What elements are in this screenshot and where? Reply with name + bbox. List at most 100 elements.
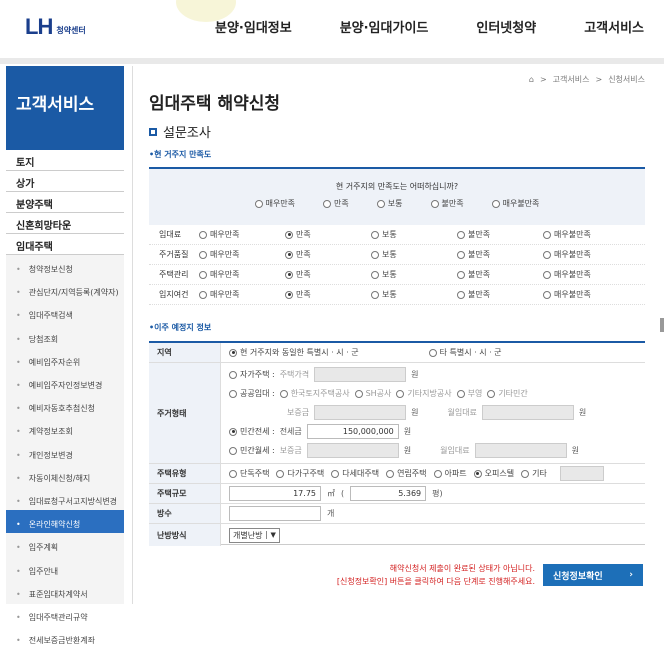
survey-option-radio[interactable]: 매우만족 <box>199 229 285 240</box>
private-monthly-input[interactable] <box>474 443 567 458</box>
public-monthly-input[interactable] <box>481 405 574 420</box>
sidebar-sub-item[interactable]: 계약정보조회 <box>6 417 124 440</box>
sidebar-sub-item[interactable]: 임대료청구서고지방식변경 <box>6 487 124 510</box>
survey-box: 현 거주지의 만족도는 어떠하십니까? 매우만족 만족 보통 불만족 매우불만족… <box>149 167 645 305</box>
survey-option-radio[interactable]: 불만족 <box>457 289 543 300</box>
house-kind-radio[interactable]: 다세대주택 <box>331 468 379 479</box>
scrollbar[interactable] <box>660 318 664 332</box>
heating-select[interactable]: 개별난방 ▼ <box>229 527 280 543</box>
sidebar-item-sale-housing[interactable]: 분양주택 <box>6 192 124 213</box>
size-m2-input[interactable]: 17.75 <box>229 486 321 501</box>
radio-label: 매우불만족 <box>554 270 591 279</box>
radio-icon <box>229 469 237 478</box>
house-kind-radio[interactable]: 기타 <box>521 468 547 479</box>
public-opt-sh[interactable]: SH공사 <box>354 388 391 399</box>
sidebar-sub-item[interactable]: 청약정보신청 <box>6 255 124 278</box>
radio-icon <box>457 250 465 259</box>
sidebar-sub-item[interactable]: 예비입주자순위 <box>6 348 124 371</box>
region-same-radio[interactable]: 현 거주지와 동일한 특별시 · 시 · 군 <box>229 347 359 358</box>
rooms-input[interactable] <box>229 506 321 521</box>
survey-option-radio[interactable]: 보통 <box>371 249 457 260</box>
sidebar-sub-item[interactable]: 표준임대차계약서 <box>6 580 124 603</box>
survey-option-radio[interactable]: 불만족 <box>457 229 543 240</box>
survey-option-radio[interactable]: 매우불만족 <box>543 289 629 300</box>
radio-label: 매우만족 <box>210 290 240 299</box>
nav-item-sale-rent-guide[interactable]: 분양·임대가이드 <box>340 17 429 36</box>
survey-option-radio[interactable]: 만족 <box>285 289 371 300</box>
sidebar-sub-item[interactable]: 당첨조회 <box>6 325 124 348</box>
radio-label: 매우불만족 <box>554 290 591 299</box>
nav-item-internet-subscription[interactable]: 인터넷청약 <box>476 17 536 36</box>
radio-icon <box>285 230 293 239</box>
nav-item-customer-service[interactable]: 고객서비스 <box>584 17 644 36</box>
radio-label: 보통 <box>382 270 397 279</box>
survey-option-radio[interactable]: 보통 <box>371 229 457 240</box>
public-opt-local[interactable]: 기타지방공사 <box>396 388 452 399</box>
sidebar-sub-item[interactable]: 입주계획 <box>6 533 124 556</box>
survey-option-radio[interactable]: 만족 <box>285 249 371 260</box>
house-kind-radio[interactable]: 연립주택 <box>386 468 427 479</box>
survey-option-radio[interactable]: 불만족 <box>457 249 543 260</box>
breadcrumb-item[interactable]: 고객서비스 <box>553 74 590 85</box>
scale-very-satisfied[interactable]: 매우만족 <box>254 198 295 209</box>
public-rental-radio[interactable]: 공공임대 : <box>229 388 275 399</box>
breadcrumb-item[interactable]: 신청서비스 <box>608 74 645 85</box>
private-deposit-input[interactable] <box>306 443 399 458</box>
survey-option-radio[interactable]: 보통 <box>371 269 457 280</box>
region-other-radio[interactable]: 타 특별시 · 시 · 군 <box>428 347 502 358</box>
survey-option-radio[interactable]: 보통 <box>371 289 457 300</box>
sidebar-sub-item[interactable]: 임대주택관리규약 <box>6 603 124 626</box>
chevron-right-icon: › <box>629 570 633 580</box>
house-kind-other-input[interactable] <box>559 466 604 481</box>
private-jeonse-radio[interactable]: 민간전세 : <box>229 426 275 437</box>
scale-normal[interactable]: 보통 <box>376 198 403 209</box>
sidebar-sub-item[interactable]: 전세보증금반환계좌 <box>6 626 124 649</box>
sidebar-sub-item[interactable]: 입주안내 <box>6 556 124 579</box>
sidebar-sub-item[interactable]: 예비자동호추첨신청 <box>6 394 124 417</box>
jeonse-input[interactable]: 150,000,000 <box>306 424 399 439</box>
own-house-radio[interactable]: 자가주택 : <box>229 369 275 380</box>
survey-option-radio[interactable]: 매우만족 <box>199 269 285 280</box>
sidebar-sub-item[interactable]: 예비입주자인정보변경 <box>6 371 124 394</box>
public-opt-booyoung[interactable]: 부영 <box>456 388 482 399</box>
scale-very-dissatisfied[interactable]: 매우불만족 <box>491 198 539 209</box>
sidebar-sub-item[interactable]: 개인정보변경 <box>6 441 124 464</box>
chevron-right-icon: > <box>595 75 603 84</box>
survey-option-radio[interactable]: 매우불만족 <box>543 229 629 240</box>
survey-option-radio[interactable]: 불만족 <box>457 269 543 280</box>
sidebar-item-newlywed-town[interactable]: 신혼희망타운 <box>6 213 124 234</box>
lh-logo[interactable]: LH 청약센터 <box>25 14 86 40</box>
confirm-application-button[interactable]: 신청정보확인 › <box>543 564 643 586</box>
private-monthly-radio[interactable]: 민간월세 : <box>229 445 275 456</box>
size-pyeong-input[interactable]: 5.369 <box>350 486 427 501</box>
survey-option-radio[interactable]: 만족 <box>285 229 371 240</box>
sidebar-item-land[interactable]: 토지 <box>6 150 124 171</box>
survey-option-radio[interactable]: 매우불만족 <box>543 249 629 260</box>
survey-option-radio[interactable]: 만족 <box>285 269 371 280</box>
survey-option-radio[interactable]: 매우불만족 <box>543 269 629 280</box>
heating-row: 난방방식 개별난방 ▼ <box>149 524 645 546</box>
scale-satisfied[interactable]: 만족 <box>323 198 349 209</box>
sidebar-sub-item[interactable]: 임대주택검색 <box>6 301 124 324</box>
open-paren: ( <box>341 489 345 498</box>
own-price-input[interactable] <box>314 367 407 382</box>
survey-option-radio[interactable]: 매우만족 <box>199 289 285 300</box>
house-kind-radio[interactable]: 단독주택 <box>229 468 269 479</box>
scale-dissatisfied[interactable]: 불만족 <box>430 198 464 209</box>
public-opt-private[interactable]: 기타민간 <box>487 388 528 399</box>
sidebar-sub-item[interactable]: 자동이체신청/해지 <box>6 464 124 487</box>
home-icon[interactable]: ⌂ <box>529 75 534 84</box>
public-opt-lh[interactable]: 한국토지주택공사 <box>279 388 350 399</box>
house-kind-radio[interactable]: 오피스텔 <box>473 468 514 479</box>
house-kind-radio[interactable]: 아파트 <box>433 468 467 479</box>
sidebar-item-commercial[interactable]: 상가 <box>6 171 124 192</box>
house-kind-options: 단독주택 다가구주택 다세대주택 연립주택 아파트 오피스텔 기타 <box>221 464 645 483</box>
sidebar-item-rental-housing[interactable]: 임대주택 <box>6 234 124 255</box>
house-kind-radio[interactable]: 다가구주택 <box>276 468 324 479</box>
public-deposit-input[interactable] <box>314 405 407 420</box>
sidebar-sub-item-active[interactable]: 온라인해약신청 <box>6 510 124 534</box>
sidebar-sub-item[interactable]: 관심단지/지역등록(계약자) <box>6 278 124 301</box>
survey-option-radio[interactable]: 매우만족 <box>199 249 285 260</box>
survey-row: 임대료 매우만족 만족 보통 불만족 매우불만족 <box>149 225 645 245</box>
nav-item-sale-rent-info[interactable]: 분양·임대정보 <box>215 17 292 36</box>
